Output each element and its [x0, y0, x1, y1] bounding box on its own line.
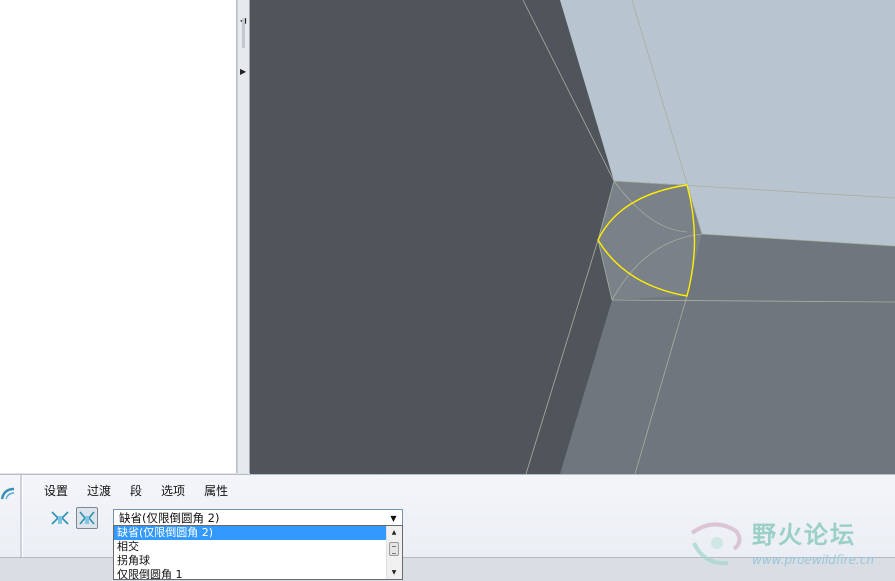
splitter-grip[interactable] — [242, 18, 245, 48]
dashboard-tabs: 设置 过渡 段 选项 属性 — [36, 481, 236, 501]
graphics-viewport[interactable] — [250, 0, 895, 474]
scroll-up-icon[interactable]: ▲ — [387, 527, 401, 538]
tab-options[interactable]: 选项 — [153, 481, 193, 501]
tab-settings[interactable]: 设置 — [36, 481, 76, 501]
forum-watermark: 野火论坛 www.proewildfire.cn — [684, 513, 892, 575]
dropdown-option-corner-sphere[interactable]: 拐角球 — [114, 554, 387, 568]
tab-properties[interactable]: 属性 — [196, 481, 236, 501]
model-corner-face — [598, 181, 702, 300]
set-mode-icon[interactable] — [49, 507, 71, 529]
model-tree-panel[interactable] — [0, 0, 237, 473]
tab-segment[interactable]: 段 — [122, 481, 150, 501]
dropdown-scrollbar[interactable]: ▲ ▼ — [386, 526, 402, 579]
model-render — [522, 0, 895, 474]
expand-right-icon[interactable]: ▶ — [240, 68, 246, 76]
watermark-logo-icon — [690, 522, 742, 566]
watermark-title: 野火论坛 — [752, 521, 856, 549]
fillet-feature-icon[interactable] — [0, 485, 18, 503]
tab-transition[interactable]: 过渡 — [79, 481, 119, 501]
dropdown-option-fillet-1[interactable]: 仅限倒圆角 1 — [114, 568, 387, 579]
panel-splitter[interactable]: ◀ ▶ — [237, 0, 250, 473]
watermark-url: www.proewildfire.cn — [752, 553, 874, 567]
dropdown-option-intersect[interactable]: 相交 — [114, 540, 387, 554]
transition-type-dropdown[interactable]: 缺省(仅限倒圆角 2) 相交 拐角球 仅限倒圆角 1 ▲ ▼ — [113, 525, 403, 580]
scroll-thumb[interactable] — [389, 542, 399, 556]
transition-mode-icon[interactable] — [76, 507, 98, 529]
dropdown-option-default[interactable]: 缺省(仅限倒圆角 2) — [114, 526, 387, 540]
scroll-down-icon[interactable]: ▼ — [387, 567, 401, 578]
